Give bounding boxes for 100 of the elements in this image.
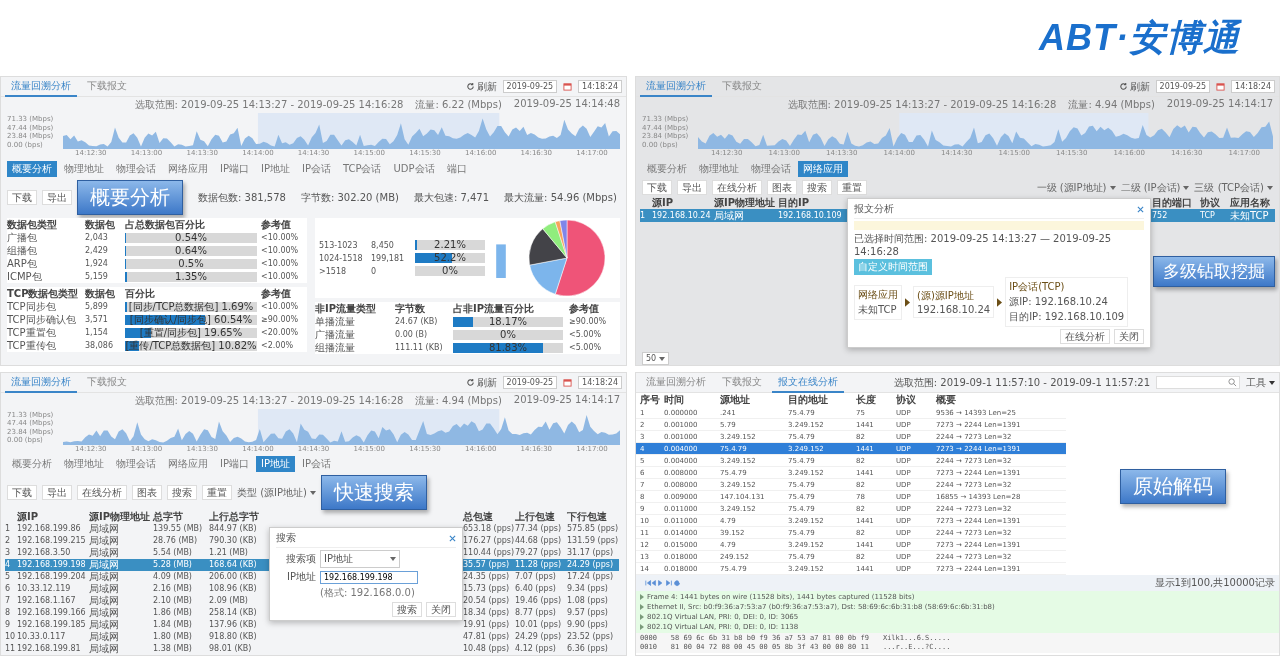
column-header: 参考值 xyxy=(260,286,292,301)
column-header: 源IP xyxy=(652,195,675,210)
table-cell-text: 10.33.12.119 xyxy=(17,583,72,595)
column-header: 时间 xyxy=(664,393,685,407)
column-header: 协议 xyxy=(896,393,917,407)
table-cell-text: 未知TCP xyxy=(1230,208,1270,223)
selected-range: 选取范围: 2019-09-25 14:13:27 - 2019-09-25 14:16:28 xyxy=(787,98,1057,112)
table-cell-text: 局域网 xyxy=(89,643,120,655)
table-cell-text: 局域网 xyxy=(714,208,745,223)
column-header: 目的IP xyxy=(778,195,811,210)
table-cell-text: 4.12 (pps) xyxy=(515,643,557,655)
table-cell-text: 2.10 (MB) xyxy=(153,595,193,607)
feature-callout: 原始解码 xyxy=(1119,469,1226,504)
percent-label: 1.35% xyxy=(175,270,207,282)
selected-range: 选取范围: 2019-09-1 11:57:10 - 2019-09-1 11:57:21 xyxy=(893,375,1150,390)
table-cell-text: 44.68 (pps) xyxy=(515,535,562,547)
table-cell-text: 192.168.10.109 xyxy=(778,211,843,220)
column-header: 字节数 xyxy=(395,301,426,316)
table-cell-text: <2.00% xyxy=(260,341,295,350)
column-header: 源IP物理地址 xyxy=(714,195,777,210)
table-cell-text: 137.96 (KB) xyxy=(209,619,258,631)
percent-label: 0.54% xyxy=(175,231,207,243)
table-cell-text: 1,924 xyxy=(85,259,109,268)
table-cell: 653.18 (pps) xyxy=(463,523,515,535)
table-cell-text: 局域网 xyxy=(89,535,120,547)
column-header: 序号 xyxy=(639,393,661,407)
column-header: 源IP物理地址 xyxy=(89,511,152,523)
step-title: IP会话(TCP) xyxy=(1009,280,1066,294)
company-logo: ABT·安博通 xyxy=(1039,15,1240,60)
table-cell-text: <10.00% xyxy=(260,246,300,255)
column-header: 上行总字节 xyxy=(209,511,260,523)
selected-range: 选取范围: 2019-09-25 14:13:27 - 2019-09-25 14:16:28 xyxy=(134,98,404,112)
table-cell-text: 192.168.199.81 xyxy=(17,643,82,655)
summary-stat: 数据包数: 381,578 xyxy=(198,190,286,205)
time-range-text: 已选择时间范围: 2019-09-25 14:13:27 — 2019-09-25 14:16:28 xyxy=(854,232,1113,257)
column-header: 应用名称 xyxy=(1230,195,1271,210)
column-header: 占总数据包百分比 xyxy=(125,217,206,232)
table-cell-text: 10.48 (pps) xyxy=(463,643,510,655)
dialog-title: 搜索 xyxy=(276,531,296,545)
table-cell-text: 2.16 (MB) xyxy=(153,583,193,595)
table-cell: 192.168.199.198 xyxy=(17,559,89,571)
column-header: 概要 xyxy=(936,393,956,407)
table-cell-text: 192.168.199.86 xyxy=(17,523,82,535)
feature-callout: 概要分析 xyxy=(77,180,183,215)
table-cell-text: 139.55 (MB) xyxy=(153,523,204,535)
column-header: 总包速 xyxy=(463,511,494,523)
table-cell-text: 9.90 (pps) xyxy=(567,619,609,631)
table-cell-text: 192.168.3.50 xyxy=(17,547,72,559)
table-cell-text: 1.84 (MB) xyxy=(153,619,193,631)
table-cell-text: 1.80 (MB) xyxy=(153,631,193,643)
table-cell-text: 1.08 (pps) xyxy=(567,595,609,607)
dialog-title: 报文分析 xyxy=(854,202,894,216)
table-cell-text: ICMP包 xyxy=(7,269,43,284)
traffic-rate: 流量: 6.22 (Mbps) xyxy=(415,98,502,112)
table-cell-text: 790.30 (KB) xyxy=(209,535,258,547)
percent-label: 0.64% xyxy=(175,244,207,256)
table-cell-text: 局域网 xyxy=(89,595,120,607)
table-cell-text: 4.09 (MB) xyxy=(153,571,193,583)
percent-label: 81.83% xyxy=(488,341,528,353)
table-cell-text: 6.40 (pps) xyxy=(515,583,557,595)
column-header: TCP数据包类型 xyxy=(7,286,80,301)
field-label: IP地址 xyxy=(286,570,316,584)
table-cell-text: <5.00% xyxy=(568,343,603,352)
table-cell-text: 局域网 xyxy=(89,583,120,595)
table-cell-text: 2,429 xyxy=(85,246,109,255)
table-cell: 131.59 (pps) xyxy=(567,535,619,547)
table-cell-text: ≥90.00% xyxy=(568,317,608,326)
table-cell-text: 18.34 (pps) xyxy=(463,607,510,619)
feature-callout: 快速搜索 xyxy=(320,475,427,510)
percent-label: 2.21% xyxy=(434,239,466,250)
traffic-rate: 流量: 4.94 (Mbps) xyxy=(415,394,502,408)
table-cell-text: 0 xyxy=(371,266,378,276)
table-cell-text: 10.01 (pps) xyxy=(515,619,562,631)
format-hint: (格式: 192.168.0.0) xyxy=(320,586,415,600)
table-cell: 575.85 (pps) xyxy=(567,523,619,535)
table-cell-text: 15.73 (pps) xyxy=(463,583,510,595)
column-header: 源地址 xyxy=(720,393,751,407)
column-header: 总字节 xyxy=(153,511,184,523)
timestamp: 2019-09-25 14:14:17 xyxy=(513,394,620,407)
table-cell-text: ARP包 xyxy=(7,256,38,271)
table-cell-text: 组播包 xyxy=(7,243,38,258)
table-cell: 110.44 (pps) xyxy=(463,547,515,559)
table-cell-text: 1024-1518 xyxy=(319,253,364,263)
table-cell-text: 8.77 (pps) xyxy=(515,607,557,619)
table-cell-text: 19.46 (pps) xyxy=(515,595,562,607)
table-cell-text: 23.52 (pps) xyxy=(567,631,614,643)
table-cell-text: 局域网 xyxy=(89,631,120,643)
table-cell-text: 3,571 xyxy=(85,315,109,324)
table-cell-text: 局域网 xyxy=(89,547,120,559)
table-cell-text: 单播流量 xyxy=(315,314,356,329)
column-header: 百分比 xyxy=(125,286,156,301)
table-cell-text: 77.34 (pps) xyxy=(515,523,562,535)
table-cell-text: 9.57 (pps) xyxy=(567,607,609,619)
table-cell-text: 918.80 (KB) xyxy=(209,631,258,643)
table-cell: 35.57 (pps) xyxy=(463,559,515,571)
table-cell-text: <20.00% xyxy=(260,328,300,337)
table-cell-text: 7.07 (pps) xyxy=(515,571,557,583)
timestamp: 2019-09-25 14:14:48 xyxy=(513,98,620,111)
table-cell-text: 258.14 (KB) xyxy=(209,607,258,619)
table-cell-text: 1.38 (MB) xyxy=(153,643,193,655)
